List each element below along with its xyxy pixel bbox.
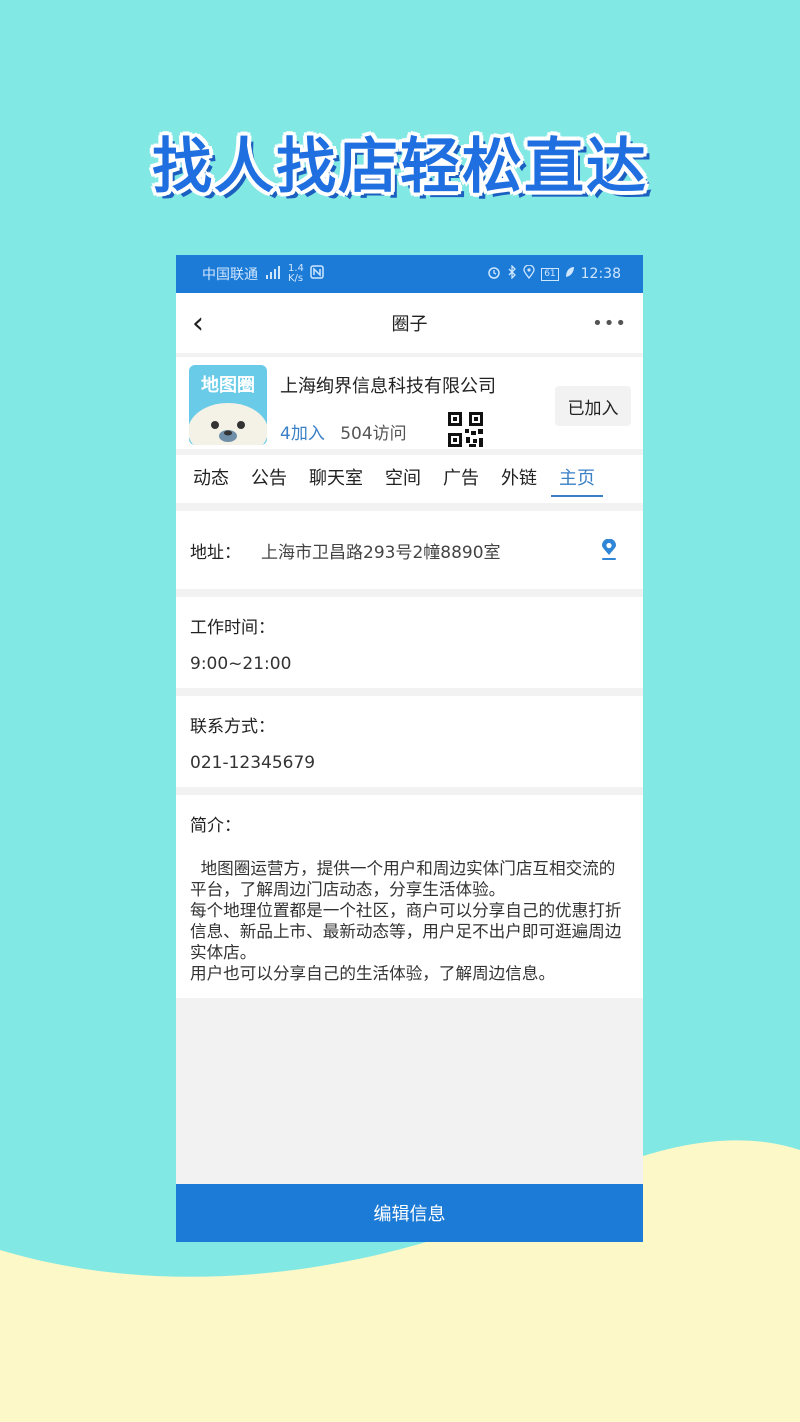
intro-label: 简介： [190, 816, 241, 836]
tab-ads[interactable]: 广告 [443, 455, 479, 503]
promo-headline: 找人找店轻松直达 [152, 132, 648, 202]
nfc-icon [310, 265, 324, 283]
battery-icon: 61 [541, 267, 559, 281]
intro-text: 地图圈运营方，提供一个用户和周边实体门店互相交流的平台，了解周边门店动态，分享生… [190, 859, 622, 983]
status-bar: 中国联通 1.4 K/s 61 12:38 [176, 255, 643, 293]
circle-logo: 地图圈 [189, 365, 267, 445]
net-speed: 1.4 K/s [288, 263, 304, 284]
tab-bar: 动态 公告 聊天室 空间 广告 外链 主页 [176, 455, 643, 503]
contact-value[interactable]: 021-12345679 [190, 753, 629, 773]
hours-section: 工作时间： 9:00~21:00 [176, 597, 643, 688]
address-section: 地址： 上海市卫昌路293号2幢8890室 [176, 511, 643, 589]
nav-bar: ‹ 圈子 ••• [176, 293, 643, 353]
more-menu-button[interactable]: ••• [592, 313, 627, 334]
circle-stats: 4加入 504访问 [280, 419, 407, 444]
map-pin-icon[interactable] [601, 539, 617, 561]
seal-mascot-icon [189, 403, 267, 445]
tab-feed[interactable]: 动态 [193, 455, 229, 503]
leaf-icon [565, 266, 575, 282]
joined-button[interactable]: 已加入 [555, 386, 631, 426]
tab-external-links[interactable]: 外链 [501, 455, 537, 503]
company-name: 上海绚界信息科技有限公司 [280, 376, 496, 397]
intro-section: 简介： 地图圈运营方，提供一个用户和周边实体门店互相交流的平台，了解周边门店动态… [176, 795, 643, 998]
tab-homepage[interactable]: 主页 [551, 455, 603, 503]
hours-label: 工作时间： [190, 618, 275, 638]
tab-notice[interactable]: 公告 [251, 455, 287, 503]
joined-count[interactable]: 4加入 [280, 424, 325, 444]
tab-chatroom[interactable]: 聊天室 [309, 455, 363, 503]
bluetooth-icon [507, 264, 517, 283]
contact-label: 联系方式： [190, 717, 275, 737]
hours-value: 9:00~21:00 [190, 654, 292, 674]
visit-count: 504访问 [340, 424, 407, 444]
alarm-icon [487, 265, 501, 283]
carrier-name: 中国联通 [202, 267, 258, 283]
location-icon [523, 264, 535, 283]
edit-info-button[interactable]: 编辑信息 [176, 1184, 643, 1242]
qr-code-icon[interactable] [448, 412, 483, 447]
contact-section: 联系方式： 021-12345679 [176, 696, 643, 787]
signal-icon [264, 265, 282, 283]
phone-screen: 中国联通 1.4 K/s 61 12:38 ‹ 圈子 ••• 地图圈 上海绚界信… [176, 255, 643, 1242]
tab-space[interactable]: 空间 [385, 455, 421, 503]
clock-time: 12:38 [580, 266, 621, 282]
back-button[interactable]: ‹ [192, 306, 222, 341]
circle-info-card: 地图圈 上海绚界信息科技有限公司 4加入 504访问 已加入 [176, 357, 643, 449]
address-label: 地址： [190, 542, 241, 563]
page-title: 圈子 [391, 314, 428, 335]
address-value: 上海市卫昌路293号2幢8890室 [261, 542, 501, 563]
